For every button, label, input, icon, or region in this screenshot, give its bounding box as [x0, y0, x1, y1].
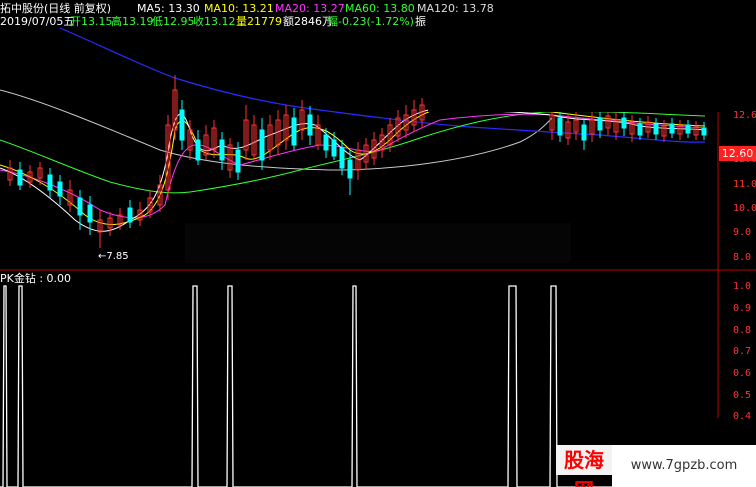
change-label: 幅-0.23(-1.72%) — [327, 15, 414, 28]
price-axis-label: 10.0 — [733, 203, 756, 214]
indicator-title: PK金钻 : 0.00 — [0, 272, 72, 285]
candle-body — [637, 123, 643, 136]
indicator-axis-label: 0.9 — [733, 303, 752, 314]
candle-body — [581, 124, 587, 141]
candle-body — [557, 117, 563, 136]
price-axis-label: 12.6 — [733, 110, 756, 121]
indicator-axis-label: 0.5 — [733, 390, 752, 401]
candle-body — [701, 127, 707, 136]
candle-body — [17, 169, 23, 186]
occlusion-box-top — [428, 0, 756, 112]
indicator-axis-label: 0.7 — [733, 346, 752, 357]
price-axis-label: 12.0 — [733, 154, 756, 165]
price-axis-label: 8.0 — [733, 252, 752, 263]
candle-body — [57, 181, 63, 197]
open-label: 开13.15 — [70, 15, 113, 28]
ma5-label: MA5: 13.30 — [137, 2, 200, 15]
candle-body — [47, 174, 53, 191]
indicator-axis-label: 0.8 — [733, 325, 752, 336]
site-url[interactable]: www.7gpzb.com — [612, 445, 756, 487]
price-chart[interactable] — [0, 0, 756, 487]
indicator-axis-label: 1.0 — [733, 281, 752, 292]
candle-body — [685, 124, 691, 134]
candle-body — [77, 197, 83, 216]
candle-body — [179, 109, 185, 141]
candle-body — [653, 123, 659, 135]
candle-body — [331, 139, 337, 157]
candle-body — [127, 207, 133, 223]
price-axis-label: 9.0 — [733, 227, 752, 238]
candle-body — [621, 117, 627, 129]
candle-body — [195, 139, 201, 161]
site-logo-text: 股海网 — [556, 445, 612, 487]
candle-body — [347, 159, 353, 179]
candle-body — [235, 149, 241, 173]
candle-body — [291, 117, 297, 146]
volume-label: 量21779 — [236, 15, 282, 28]
ma60-label: MA60: 13.80 — [345, 2, 415, 15]
stock-title: 拓中股份(日线 前复权) — [0, 2, 112, 15]
candle-body — [259, 129, 265, 161]
candle-body — [219, 139, 225, 161]
price-axis-label: 11.0 — [733, 179, 756, 190]
candle-body — [669, 123, 675, 134]
indicator-axis-label: 0.6 — [733, 368, 752, 379]
high-label: 高13.19 — [111, 15, 154, 28]
candle-body — [323, 134, 329, 151]
ma20-label: MA20: 13.27 — [275, 2, 345, 15]
stock-chart-window: 拓中股份(日线 前复权) MA5: 13.30 MA10: 13.21 MA20… — [0, 0, 756, 487]
ma120-label: MA120: 13.78 — [417, 2, 494, 15]
amount-label: 额2846万 — [283, 15, 333, 28]
amplitude-label: 振 — [415, 15, 426, 28]
candle-body — [597, 117, 603, 131]
occlusion-box-mid — [185, 223, 571, 263]
candle-body — [339, 147, 345, 169]
low-price-marker: ←7.85 — [98, 251, 129, 262]
low-label: 低12.95 — [152, 15, 195, 28]
candle-body — [307, 114, 313, 136]
ma10-label: MA10: 13.21 — [204, 2, 274, 15]
candle-body — [87, 204, 93, 223]
indicator-axis-label: 0.4 — [733, 411, 752, 422]
occlusion-box-bottom — [612, 418, 756, 445]
date-label: 2019/07/05五 — [0, 15, 75, 28]
close-label: 收13.12 — [193, 15, 236, 28]
